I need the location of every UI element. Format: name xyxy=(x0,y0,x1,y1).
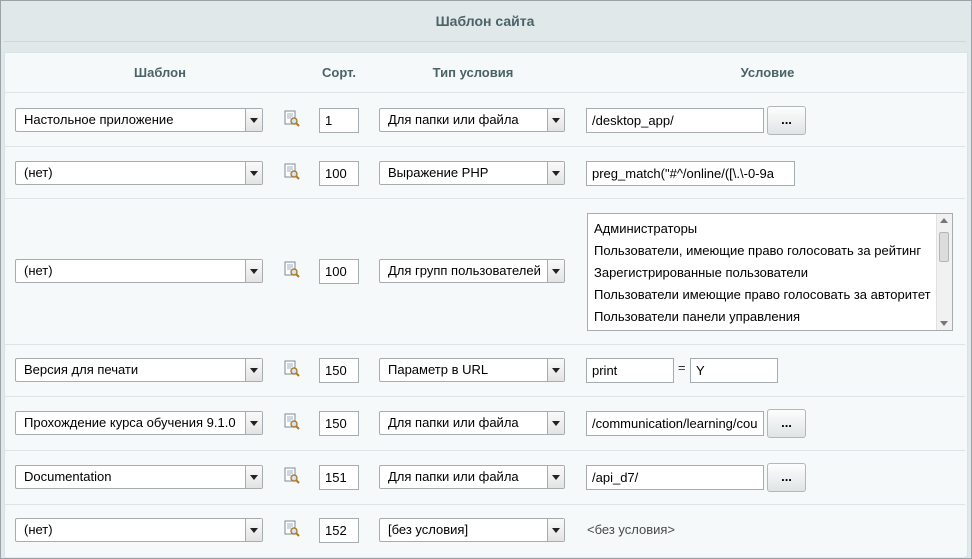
template-preview-icon[interactable] xyxy=(283,163,301,181)
list-item[interactable]: Зарегистрированные пользователи xyxy=(594,262,808,284)
condition-type-select[interactable]: Выражение PHP xyxy=(379,161,565,185)
template-select-value: (нет) xyxy=(24,263,53,278)
template-preview-icon[interactable] xyxy=(283,413,301,431)
list-item[interactable]: Пользователи имеющие право голосовать за… xyxy=(594,284,931,306)
condition-type-value: Для папки или файла xyxy=(388,112,519,127)
sort-input[interactable]: 100 xyxy=(319,259,359,284)
condition-input[interactable]: /communication/learning/cou xyxy=(586,411,764,436)
header-sort: Сорт. xyxy=(322,65,356,80)
template-select[interactable]: Настольное приложение xyxy=(15,108,263,132)
condition-type-value: Для папки или файла xyxy=(388,415,519,430)
template-preview-icon[interactable] xyxy=(283,360,301,378)
sort-input[interactable]: 150 xyxy=(319,358,359,383)
no-condition-text: <без условия> xyxy=(587,522,676,537)
header-condition-type: Тип условия xyxy=(432,65,514,80)
template-select[interactable]: Documentation xyxy=(15,465,263,489)
section-title: Шаблон сайта xyxy=(4,3,966,42)
template-select-value: Прохождение курса обучения 9.1.0 xyxy=(24,415,236,430)
chevron-down-icon xyxy=(547,162,564,184)
condition-type-select[interactable]: [без условия] xyxy=(379,518,565,542)
template-select[interactable]: (нет) xyxy=(15,161,263,185)
user-groups-listbox[interactable]: Администраторы Пользователи, имеющие пра… xyxy=(587,213,953,331)
template-select-value: Настольное приложение xyxy=(24,112,174,127)
template-preview-icon[interactable] xyxy=(283,261,301,279)
condition-type-select[interactable]: Для папки или файла xyxy=(379,108,565,132)
url-param-name-input[interactable]: print xyxy=(586,358,674,383)
condition-type-value: [без условия] xyxy=(388,522,469,537)
sort-input[interactable]: 100 xyxy=(319,161,359,186)
sort-input[interactable]: 150 xyxy=(319,411,359,436)
condition-type-select[interactable]: Для групп пользователей xyxy=(379,259,565,283)
condition-type-value: Выражение PHP xyxy=(388,165,489,180)
chevron-down-icon xyxy=(547,466,564,488)
sort-input[interactable]: 152 xyxy=(319,518,359,543)
condition-type-select[interactable]: Параметр в URL xyxy=(379,358,565,382)
chevron-down-icon xyxy=(245,466,262,488)
template-select-value: Documentation xyxy=(24,469,112,484)
browse-button[interactable]: ... xyxy=(767,106,806,135)
template-select[interactable]: Прохождение курса обучения 9.1.0 xyxy=(15,411,263,435)
browse-button[interactable]: ... xyxy=(767,463,806,492)
condition-type-value: Параметр в URL xyxy=(388,362,489,377)
chevron-down-icon xyxy=(547,412,564,434)
browse-button[interactable]: ... xyxy=(767,409,806,438)
php-expression-input[interactable]: preg_match("#^/online/([\.\-0-9a xyxy=(586,161,795,186)
list-item[interactable]: Администраторы xyxy=(594,218,697,240)
list-item[interactable]: Пользователи панели управления xyxy=(594,306,800,328)
chevron-down-icon xyxy=(245,162,262,184)
condition-type-value: Для групп пользователей xyxy=(388,263,541,278)
template-preview-icon[interactable] xyxy=(283,520,301,538)
scrollbar-thumb[interactable] xyxy=(939,232,949,262)
condition-input[interactable]: /desktop_app/ xyxy=(586,108,764,133)
scroll-down-icon[interactable] xyxy=(937,316,952,330)
template-select-value: (нет) xyxy=(24,522,53,537)
condition-input[interactable]: /api_d7/ xyxy=(586,465,764,490)
equals-sign: = xyxy=(678,360,686,375)
chevron-down-icon xyxy=(245,260,262,282)
template-select-value: Версия для печати xyxy=(24,362,139,377)
chevron-down-icon xyxy=(245,519,262,541)
chevron-down-icon xyxy=(547,519,564,541)
url-param-value-input[interactable]: Y xyxy=(690,358,778,383)
chevron-down-icon xyxy=(547,260,564,282)
header-condition: Условие xyxy=(740,65,795,80)
chevron-down-icon xyxy=(245,109,262,131)
chevron-down-icon xyxy=(245,412,262,434)
template-select[interactable]: (нет) xyxy=(15,518,263,542)
sort-input[interactable]: 151 xyxy=(319,465,359,490)
list-item[interactable]: Пользователи, имеющие право голосовать з… xyxy=(594,240,921,262)
condition-type-value: Для папки или файла xyxy=(388,469,519,484)
sort-input[interactable]: 1 xyxy=(319,108,359,133)
template-preview-icon[interactable] xyxy=(283,467,301,485)
scrollbar[interactable] xyxy=(936,214,952,330)
template-select-value: (нет) xyxy=(24,165,53,180)
chevron-down-icon xyxy=(547,109,564,131)
header-template: Шаблон xyxy=(134,65,186,80)
condition-type-select[interactable]: Для папки или файла xyxy=(379,465,565,489)
chevron-down-icon xyxy=(245,359,262,381)
template-select[interactable]: Версия для печати xyxy=(15,358,263,382)
template-select[interactable]: (нет) xyxy=(15,259,263,283)
condition-type-select[interactable]: Для папки или файла xyxy=(379,411,565,435)
template-preview-icon[interactable] xyxy=(283,110,301,128)
chevron-down-icon xyxy=(547,359,564,381)
scroll-up-icon[interactable] xyxy=(937,214,952,228)
